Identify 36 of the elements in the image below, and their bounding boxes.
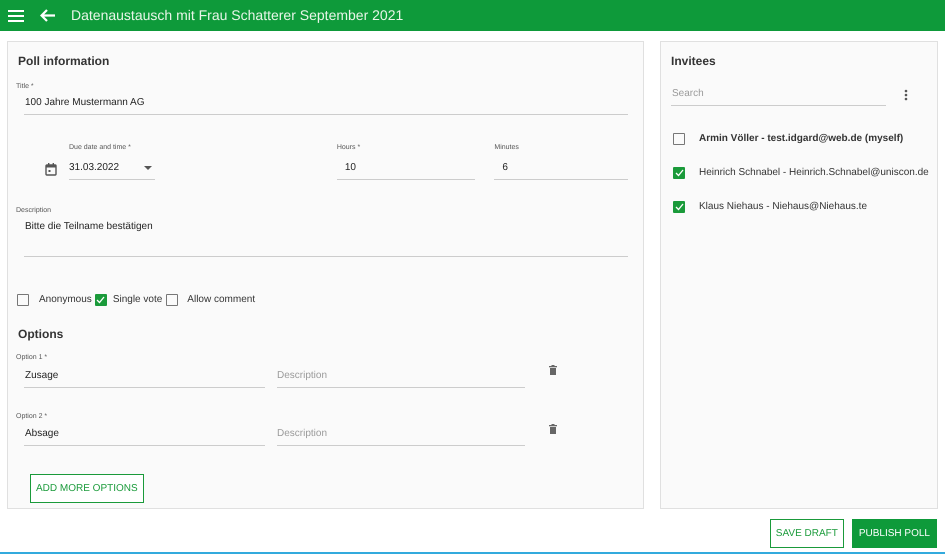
checkbox-label: Allow comment <box>187 293 256 307</box>
back-arrow-icon[interactable] <box>40 9 55 22</box>
trash-icon[interactable] <box>549 424 557 434</box>
invitee-name: Armin Völler - test.idgard@web.de (myself) <box>699 132 904 146</box>
checkbox[interactable] <box>94 294 107 306</box>
menu-icon[interactable] <box>8 10 24 22</box>
invitee-name: Klaus Niehaus - Niehaus@Niehaus.te <box>699 200 868 214</box>
section-heading: Options <box>18 326 64 343</box>
publish-button[interactable]: PUBLISH POLL <box>852 519 937 548</box>
checkbox[interactable] <box>673 166 685 178</box>
checkbox-label: Single vote <box>112 293 162 307</box>
date-dropdown[interactable]: 31.03.2022 <box>69 158 155 180</box>
input-field[interactable]: 6 <box>494 158 628 180</box>
search-field[interactable]: Search <box>671 84 886 106</box>
add-options-button[interactable]: ADD MORE OPTIONS <box>30 474 144 503</box>
input-field[interactable]: 10 <box>336 158 476 180</box>
section-heading: Poll information <box>18 53 110 70</box>
description-field[interactable]: Bitte die Teilname bestätigen <box>24 216 628 256</box>
description-field[interactable]: Description <box>277 424 525 446</box>
description-field[interactable]: Description <box>277 366 525 388</box>
save-button[interactable]: SAVE DRAFT <box>770 519 844 548</box>
checkbox-label: Anonymous <box>39 293 92 307</box>
input-field[interactable]: Zusage <box>24 366 265 388</box>
invitee-name: Heinrich Schnabel - Heinrich.Schnabel@uniscon.de <box>699 166 929 180</box>
section-heading: Invitees <box>671 53 717 70</box>
calendar-icon[interactable] <box>45 163 57 176</box>
checkbox[interactable] <box>673 132 685 144</box>
checkbox[interactable] <box>673 200 685 212</box>
checkbox[interactable] <box>166 294 178 306</box>
trash-icon[interactable] <box>549 365 557 375</box>
input-field[interactable]: 100 Jahre Mustermann AG <box>24 92 628 114</box>
page-title: Datenaustausch mit Frau Schatterer September 2021 <box>71 6 404 25</box>
checkbox[interactable] <box>17 294 29 306</box>
input-field[interactable]: Absage <box>24 424 265 446</box>
caret-icon[interactable] <box>144 166 152 170</box>
more-options-icon[interactable] <box>904 89 908 101</box>
